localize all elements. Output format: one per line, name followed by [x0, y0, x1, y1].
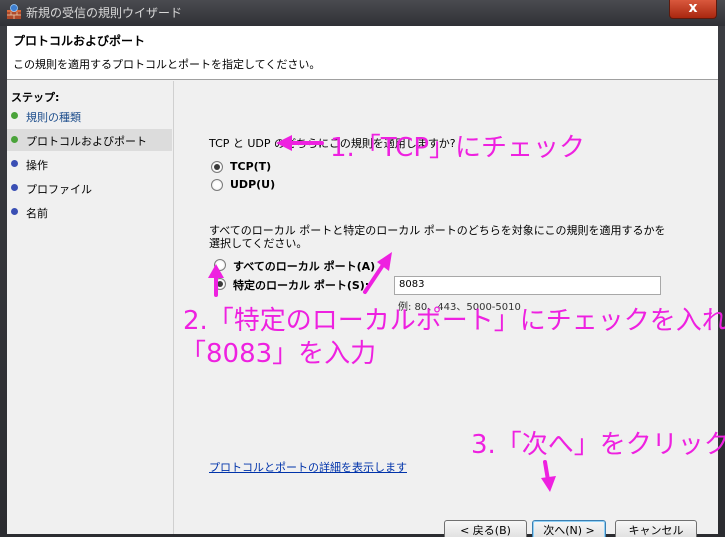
steps-pane: ステップ: 規則の種類 プロトコルおよびポート 操作 プロファイル 名前 [7, 81, 172, 534]
tcp-radio[interactable] [211, 161, 223, 173]
next-button[interactable]: 次へ(N) > [532, 520, 606, 537]
close-button[interactable]: x [669, 0, 717, 19]
tcp-label[interactable]: TCP(T) [230, 160, 271, 173]
wizard-header: プロトコルおよびポート この規則を適用するプロトコルとポートを指定してください。 [7, 26, 718, 80]
annotation-step-2-line1: 2.「特定のローカルポート」にチェックを入れ [183, 306, 725, 336]
port-input[interactable]: 8083 [394, 276, 661, 295]
step-label: 規則の種類 [26, 111, 81, 124]
annotation-step-1: 1.「TCP」にチェック [330, 133, 585, 163]
udp-radio[interactable] [211, 179, 223, 191]
all-ports-label[interactable]: すべてのローカル ポート(A) [233, 258, 375, 274]
protocol-details-link[interactable]: プロトコルとポートの詳細を表示します [209, 459, 407, 475]
step-profile[interactable]: プロファイル [7, 177, 172, 199]
annotation-step-3: 3.「次へ」をクリック [471, 430, 725, 460]
udp-label[interactable]: UDP(U) [230, 178, 275, 191]
specific-ports-radio[interactable] [214, 278, 226, 290]
title-bar[interactable]: 新規の受信の規則ウイザード x [0, 0, 725, 26]
steps-title: ステップ: [11, 91, 60, 104]
step-status-icon [11, 136, 18, 143]
step-label: 名前 [26, 207, 48, 220]
step-status-icon [11, 184, 18, 191]
step-status-icon [11, 208, 18, 215]
step-label: 操作 [26, 159, 48, 172]
step-label: プロファイル [26, 183, 92, 196]
page-subtitle: この規則を適用するプロトコルとポートを指定してください。 [13, 58, 321, 71]
back-button[interactable]: < 戻る(B) [444, 520, 527, 537]
step-status-icon [11, 160, 18, 167]
ports-question: すべてのローカル ポートと特定のローカル ポートのどちらを対象にこの規則を適用す… [209, 224, 666, 250]
cancel-button[interactable]: キャンセル [615, 520, 697, 537]
firewall-icon [7, 4, 21, 19]
annotation-step-2-line2: 「8083」を入力 [180, 339, 377, 369]
all-ports-radio[interactable] [214, 259, 226, 271]
specific-ports-label[interactable]: 特定のローカル ポート(S): [233, 277, 369, 293]
step-status-icon [11, 112, 18, 119]
window-title: 新規の受信の規則ウイザード [26, 6, 183, 20]
step-action[interactable]: 操作 [7, 153, 172, 175]
step-protocol-ports[interactable]: プロトコルおよびポート [7, 129, 172, 151]
page-title: プロトコルおよびポート [13, 34, 146, 48]
step-label: プロトコルおよびポート [26, 135, 147, 148]
step-rule-type[interactable]: 規則の種類 [7, 105, 172, 127]
step-name[interactable]: 名前 [7, 201, 172, 223]
